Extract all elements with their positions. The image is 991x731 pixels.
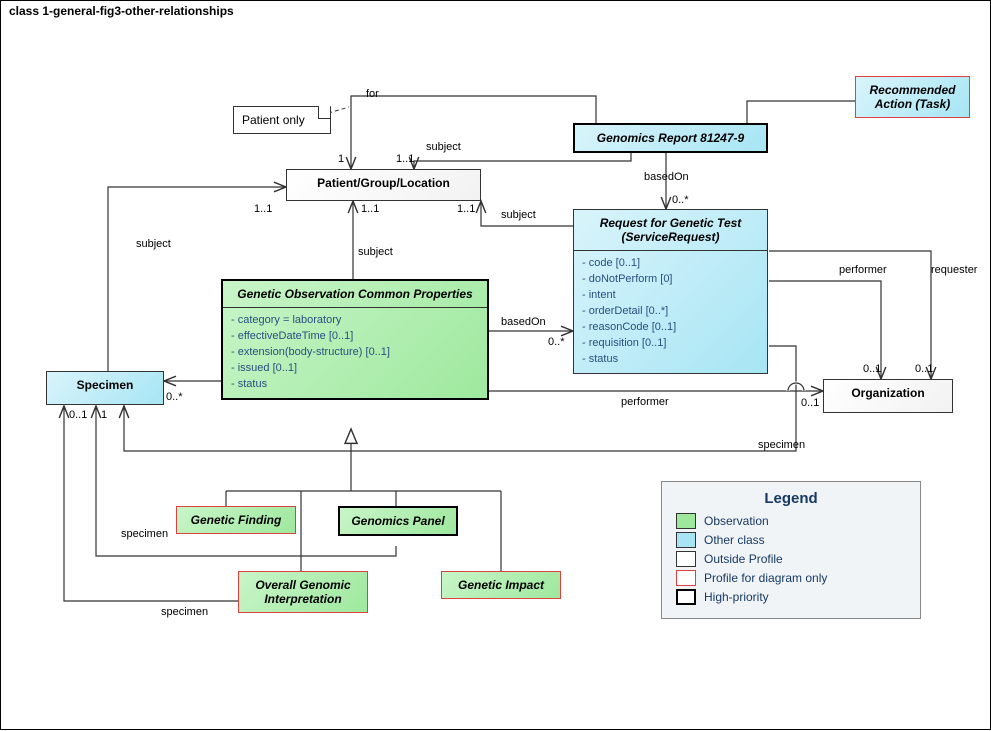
class-specimen: Specimen	[46, 371, 164, 405]
mult: 0..1	[915, 363, 933, 375]
class-genomics-report: Genomics Report 81247-9	[573, 123, 768, 153]
frame-title: class 1-general-fig3-other-relationships	[0, 0, 255, 21]
legend: Legend Observation Other class Outside P…	[661, 481, 921, 619]
assoc-specimen: specimen	[161, 606, 208, 618]
class-title: Specimen	[47, 372, 163, 398]
class-title: Organization	[824, 380, 952, 406]
assoc-basedOn: basedOn	[644, 171, 689, 183]
mult: 0..*	[166, 391, 183, 403]
attr: requisition [0..1]	[582, 335, 759, 351]
class-title: Genetic Finding	[177, 507, 295, 533]
legend-row: Other class	[676, 532, 906, 548]
mult: 1..1	[254, 203, 272, 215]
mult: 0..*	[548, 336, 565, 348]
class-service-request: Request for Genetic Test (ServiceRequest…	[573, 209, 768, 374]
mult: 0..1	[801, 397, 819, 409]
attr: status	[582, 351, 759, 367]
legend-row: Observation	[676, 513, 906, 529]
mult: 0..*	[672, 194, 689, 206]
class-title: Overall Genomic Interpretation	[239, 572, 367, 612]
class-genomics-panel: Genomics Panel	[338, 506, 458, 536]
mult: 1..1	[457, 203, 475, 215]
class-genetic-finding: Genetic Finding	[176, 506, 296, 534]
note-text: Patient only	[242, 113, 305, 127]
mult: 1	[338, 153, 344, 165]
assoc-subject: subject	[426, 141, 461, 153]
note-patient-only: Patient only	[233, 106, 331, 134]
assoc-specimen: specimen	[758, 439, 805, 451]
class-recommended-action: Recommended Action (Task)	[855, 76, 970, 118]
attr: code [0..1]	[582, 255, 759, 271]
legend-row: Profile for diagram only	[676, 570, 906, 586]
legend-label: Other class	[704, 533, 765, 547]
mult: 1..1	[396, 153, 414, 165]
mult: 1	[101, 409, 107, 421]
assoc-subject: subject	[501, 209, 536, 221]
attr: category = laboratory	[231, 312, 479, 328]
assoc-for: for	[366, 88, 379, 100]
legend-label: Profile for diagram only	[704, 571, 827, 585]
class-title: Patient/Group/Location	[287, 170, 480, 196]
class-organization: Organization	[823, 379, 953, 413]
attr: reasonCode [0..1]	[582, 319, 759, 335]
assoc-basedOn: basedOn	[501, 316, 546, 328]
assoc-specimen: specimen	[121, 528, 168, 540]
attr: effectiveDateTime [0..1]	[231, 328, 479, 344]
class-title: Recommended Action (Task)	[856, 77, 969, 117]
class-patient-group-location: Patient/Group/Location	[286, 169, 481, 201]
attr: status	[231, 376, 479, 392]
assoc-performer: performer	[839, 264, 887, 276]
legend-row: High-priority	[676, 589, 906, 605]
legend-label: Observation	[704, 514, 769, 528]
class-attrs: code [0..1] doNotPerform [0] intent orde…	[574, 251, 767, 373]
class-title: Genetic Impact	[442, 572, 560, 598]
attr: issued [0..1]	[231, 360, 479, 376]
assoc-performer: performer	[621, 396, 669, 408]
assoc-requester: requester	[931, 264, 977, 276]
attr: intent	[582, 287, 759, 303]
attr: doNotPerform [0]	[582, 271, 759, 287]
mult: 0..1	[69, 409, 87, 421]
class-title: Genomics Panel	[340, 508, 456, 534]
assoc-subject: subject	[358, 246, 393, 258]
legend-title: Legend	[676, 490, 906, 507]
assoc-subject: subject	[136, 238, 171, 250]
class-gocp: Genetic Observation Common Properties ca…	[221, 279, 489, 400]
attr: orderDetail [0..*]	[582, 303, 759, 319]
attr: extension(body-structure) [0..1]	[231, 344, 479, 360]
legend-label: Outside Profile	[704, 552, 783, 566]
class-title: Genomics Report 81247-9	[575, 125, 766, 151]
connectors-layer	[1, 1, 991, 731]
mult: 1..1	[361, 203, 379, 215]
class-overall-interpretation: Overall Genomic Interpretation	[238, 571, 368, 613]
legend-row: Outside Profile	[676, 551, 906, 567]
class-title: Request for Genetic Test (ServiceRequest…	[574, 210, 767, 251]
legend-label: High-priority	[704, 590, 769, 604]
class-title: Genetic Observation Common Properties	[223, 281, 487, 308]
class-genetic-impact: Genetic Impact	[441, 571, 561, 599]
mult: 0..1	[863, 363, 881, 375]
class-attrs: category = laboratory effectiveDateTime …	[223, 308, 487, 398]
